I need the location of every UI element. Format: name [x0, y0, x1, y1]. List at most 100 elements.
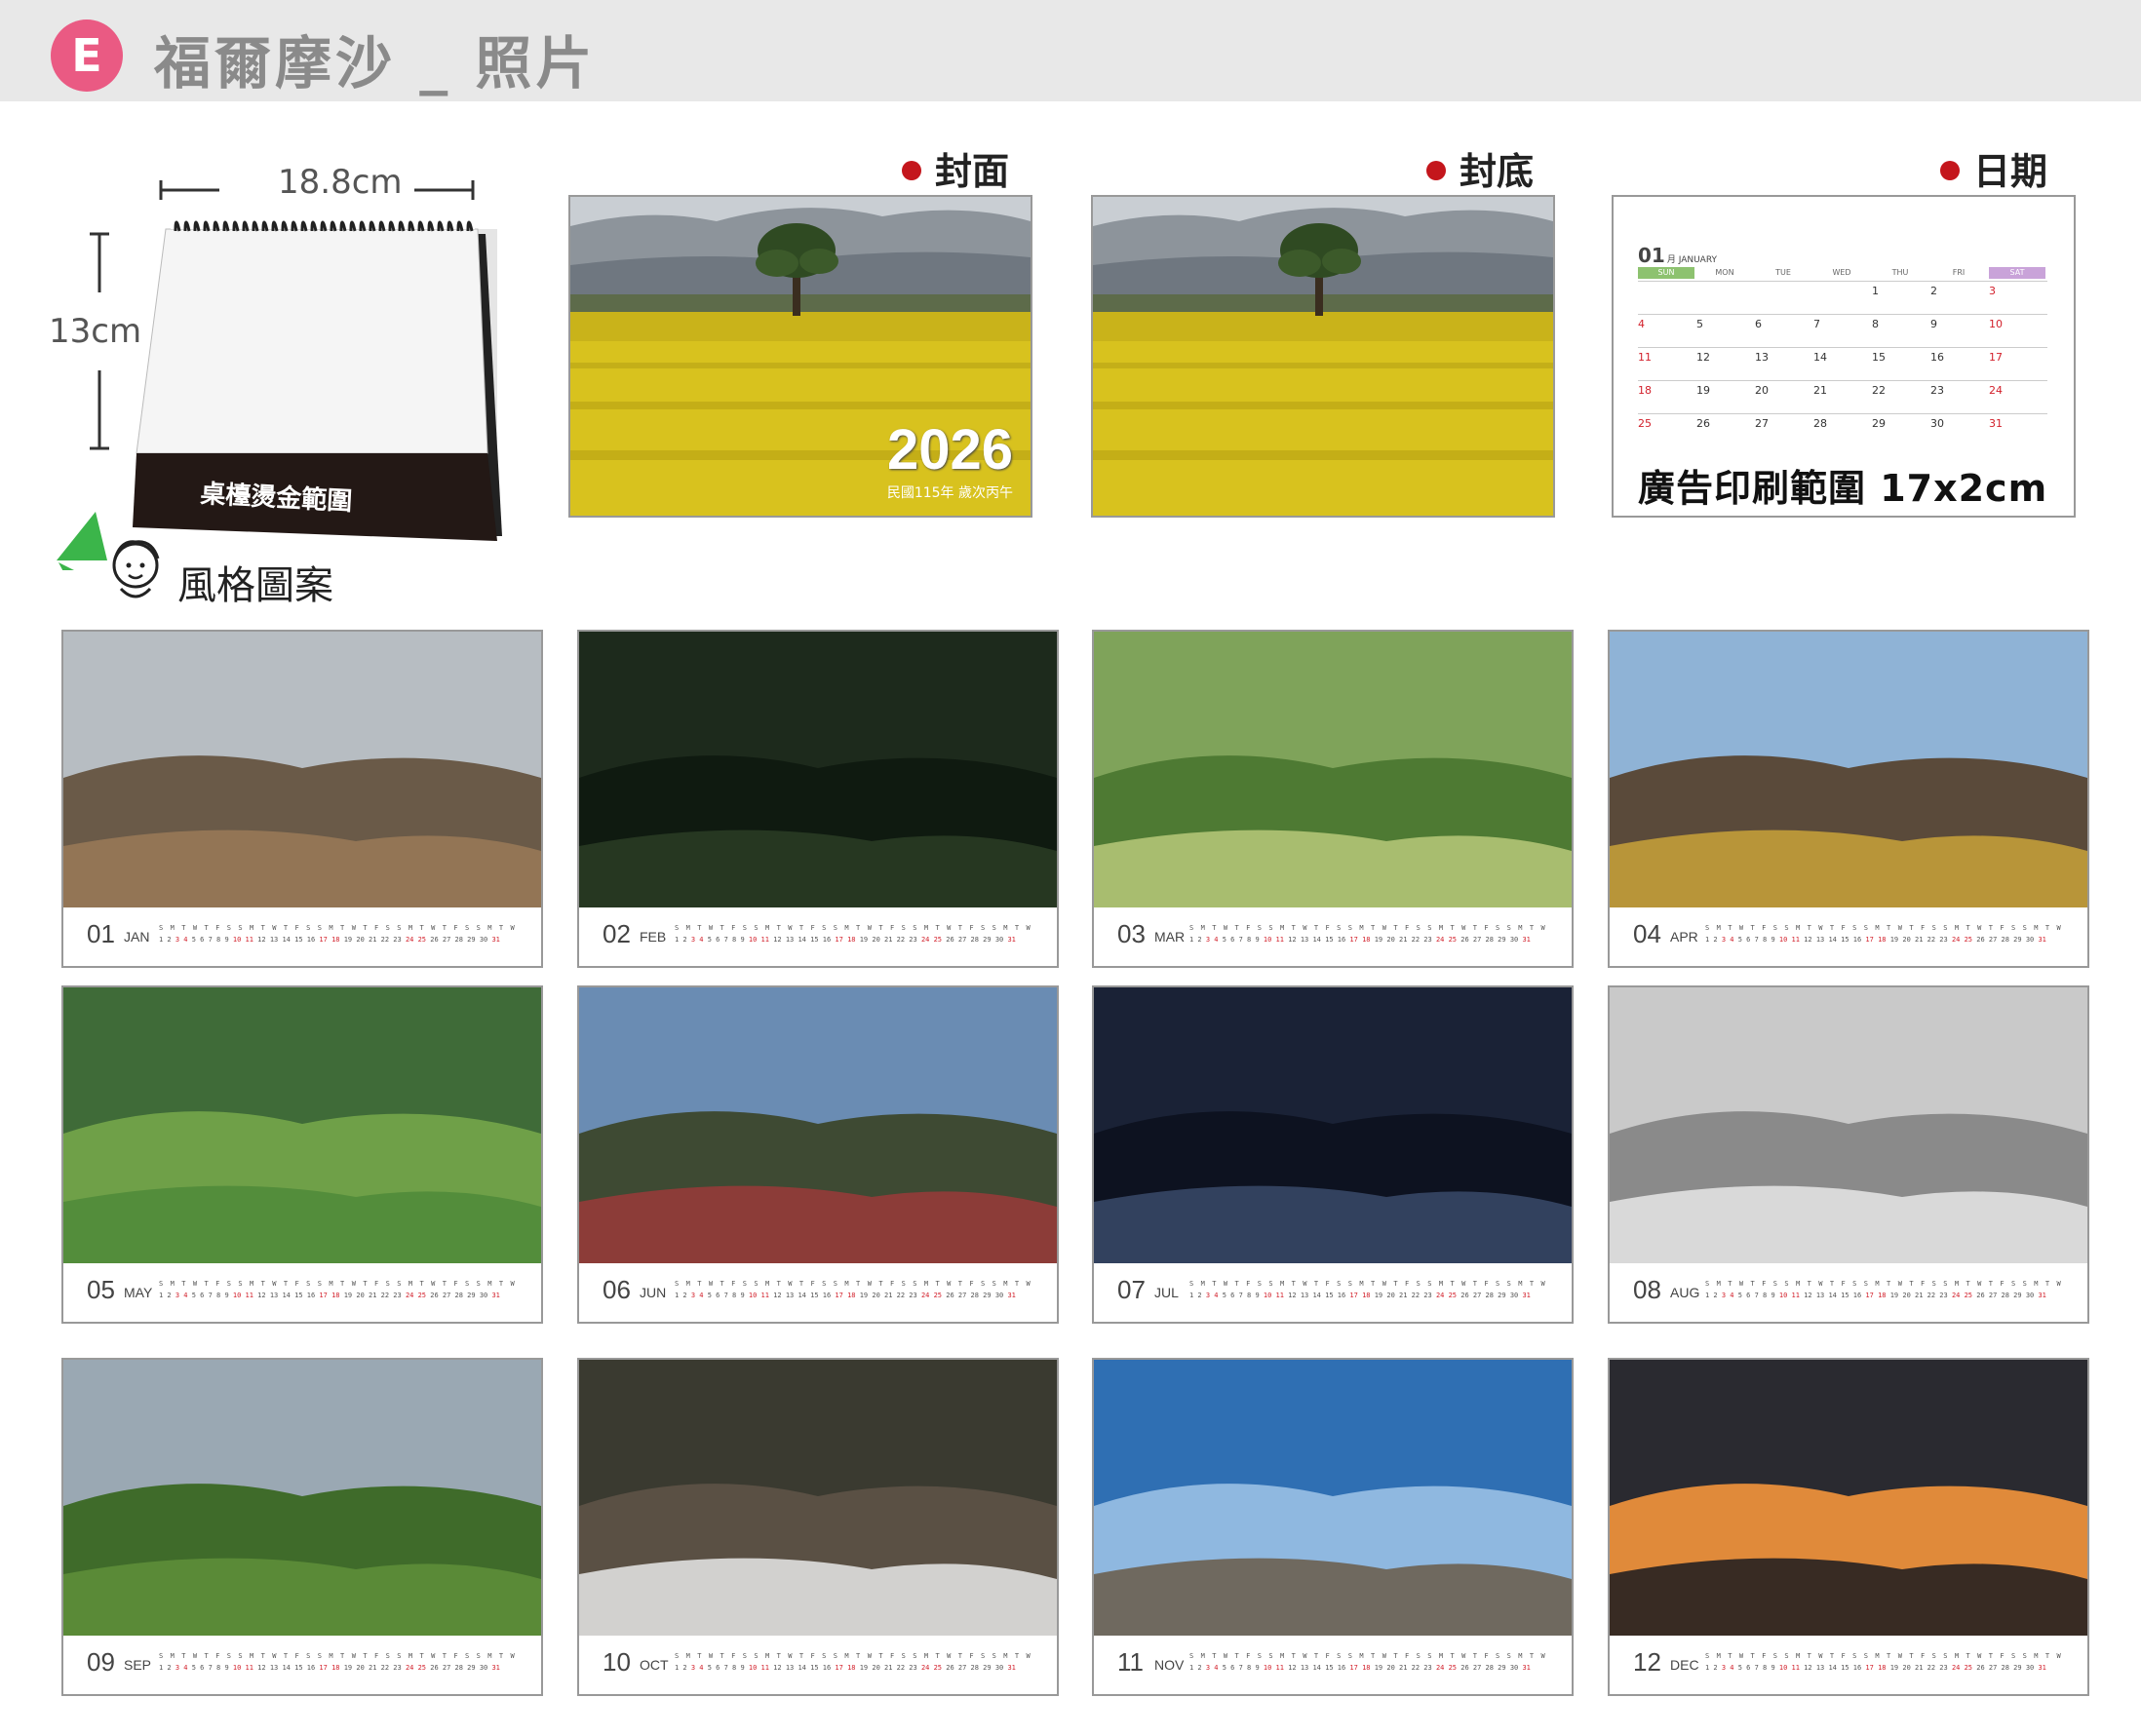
day-number-row: 1 2 3 4 5 6 7 8 9 10 11 12 13 14 15 16 1…	[1189, 936, 1531, 944]
weekday-header: SUN MON TUE WED THU FRI SAT	[1638, 267, 2047, 279]
date-cell: 23	[1930, 384, 1944, 397]
date-month: 01 月 JANUARY	[1638, 244, 1718, 267]
date-cell: 4	[1638, 318, 1645, 330]
red-dot-icon	[1426, 160, 1446, 180]
calendar-strip: 01 JAN S M T W T F S S M T W T F S S M T W…	[63, 907, 541, 966]
landscape-photo	[63, 987, 541, 1263]
date-cell: 3	[1989, 285, 1996, 297]
month-panel: 11 NOV S M T W T F S S M T W T F S S M T W…	[1092, 1358, 1574, 1696]
weekday-row: S M T W T F S S M T W T F S S M T W T F …	[1189, 1280, 1550, 1288]
month-panel: 06 JUN S M T W T F S S M T W T F S S M T W…	[577, 985, 1059, 1324]
day-number-row: 1 2 3 4 5 6 7 8 9 10 11 12 13 14 15 16 1…	[1705, 1292, 2046, 1299]
day-number-row: 1 2 3 4 5 6 7 8 9 10 11 12 13 14 15 16 1…	[675, 1292, 1016, 1299]
calendar-strip: 04 APR S M T W T F S S M T W T F S S M T W…	[1610, 907, 2087, 966]
day-number-row: 1 2 3 4 5 6 7 8 9 10 11 12 13 14 15 16 1…	[159, 1292, 500, 1299]
desk-calendar-mockup: 桌檯燙金範圍 18.8cm 13cm	[39, 161, 526, 599]
calendar-strip: 06 JUN S M T W T F S S M T W T F S S M T W…	[579, 1263, 1057, 1322]
landscape-photo	[1610, 632, 2087, 907]
date-cell: 14	[1813, 351, 1827, 364]
weekday-row: S M T W T F S S M T W T F S S M T W T F …	[675, 1652, 1035, 1660]
page-title: 福爾摩沙 _ 照片	[154, 30, 597, 96]
month-number: 06	[603, 1275, 631, 1304]
day-number-row: 1 2 3 4 5 6 7 8 9 10 11 12 13 14 15 16 1…	[159, 1664, 500, 1672]
landscape-photo	[1610, 987, 2087, 1263]
month-number: 08	[1633, 1275, 1661, 1304]
month-panel: 09 SEP S M T W T F S S M T W T F S S M T W…	[61, 1358, 543, 1696]
calendar-strip: 05 MAY S M T W T F S S M T W T F S S M T W…	[63, 1263, 541, 1322]
date-cell: 6	[1755, 318, 1762, 330]
date-cell: 29	[1872, 417, 1886, 430]
date-label: 日期	[1940, 141, 2047, 195]
month-abbr: MAY	[124, 1285, 153, 1300]
height-dimension: 13cm	[49, 312, 142, 351]
month-abbr: SEP	[124, 1657, 152, 1673]
date-cell: 30	[1930, 417, 1944, 430]
calendar-strip: 11 NOV S M T W T F S S M T W T F S S M T W…	[1094, 1636, 1572, 1694]
weekday-row: S M T W T F S S M T W T F S S M T W T F …	[1189, 924, 1550, 932]
date-cell: 20	[1755, 384, 1769, 397]
month-abbr: MAR	[1154, 929, 1186, 945]
month-abbr: OCT	[640, 1657, 669, 1673]
desk-calendar-illustration: 桌檯燙金範圍	[57, 180, 502, 599]
weekday-row: S M T W T F S S M T W T F S S M T W T F …	[159, 1280, 520, 1288]
month-panel: 07 JUL S M T W T F S S M T W T F S S M T W…	[1092, 985, 1574, 1324]
red-dot-icon	[1940, 160, 1960, 180]
back-label: 封底	[1426, 141, 1534, 195]
day-number-row: 1 2 3 4 5 6 7 8 9 10 11 12 13 14 15 16 1…	[1705, 936, 2046, 944]
month-number: 05	[87, 1275, 115, 1304]
date-cell: 16	[1930, 351, 1944, 364]
date-cell: 24	[1989, 384, 2003, 397]
landscape-photo	[579, 1360, 1057, 1636]
month-abbr: JUN	[640, 1285, 667, 1300]
landscape-photo	[579, 987, 1057, 1263]
day-number-row: 1 2 3 4 5 6 7 8 9 10 11 12 13 14 15 16 1…	[159, 936, 500, 944]
month-panel: 10 OCT S M T W T F S S M T W T F S S M T W…	[577, 1358, 1059, 1696]
date-cell: 12	[1696, 351, 1710, 364]
weekday-row: S M T W T F S S M T W T F S S M T W T F …	[1189, 1652, 1550, 1660]
date-cell: 28	[1813, 417, 1827, 430]
landscape-photo	[1094, 987, 1572, 1263]
ad-print-area: 廣告印刷範圍 17x2cm	[1638, 467, 2048, 510]
back-panel	[1091, 195, 1555, 518]
weekday-row: S M T W T F S S M T W T F S S M T W T F …	[675, 1280, 1035, 1288]
date-cell: 8	[1872, 318, 1879, 330]
calendar-strip: 02 FEB S M T W T F S S M T W T F S S M T W…	[579, 907, 1057, 966]
landscape-photo	[1094, 632, 1572, 907]
arrow-icon	[57, 512, 107, 599]
day-number-row: 1 2 3 4 5 6 7 8 9 10 11 12 13 14 15 16 1…	[1189, 1664, 1531, 1672]
date-cell: 13	[1755, 351, 1769, 364]
date-cell: 9	[1930, 318, 1937, 330]
weekday-row: S M T W T F S S M T W T F S S M T W T F …	[1705, 1280, 2066, 1288]
month-panel: 03 MAR S M T W T F S S M T W T F S S M T W…	[1092, 630, 1574, 968]
month-panel: 01 JAN S M T W T F S S M T W T F S S M T W…	[61, 630, 543, 968]
cover-year-sub: 民國115年 歲次丙午	[886, 485, 1013, 501]
landscape-photo	[63, 632, 541, 907]
calendar-strip: 03 MAR S M T W T F S S M T W T F S S M T W…	[1094, 907, 1572, 966]
calendar-strip: 08 AUG S M T W T F S S M T W T F S S M T W…	[1610, 1263, 2087, 1322]
girl-face-icon	[112, 540, 160, 598]
header-bar: E 福爾摩沙 _ 照片	[0, 0, 2141, 101]
month-panel: 02 FEB S M T W T F S S M T W T F S S M T W…	[577, 630, 1059, 968]
weekday-row: S M T W T F S S M T W T F S S M T W T F …	[675, 924, 1035, 932]
calendar-strip: 10 OCT S M T W T F S S M T W T F S S M T W…	[579, 1636, 1057, 1694]
landscape-photo	[1094, 1360, 1572, 1636]
date-cell: 11	[1638, 351, 1652, 364]
month-panel: 12 DEC S M T W T F S S M T W T F S S M T W…	[1608, 1358, 2089, 1696]
style-pattern-label: 風格圖案	[177, 563, 333, 608]
month-abbr: DEC	[1670, 1657, 1699, 1673]
date-cell: 1	[1872, 285, 1879, 297]
day-number-row: 1 2 3 4 5 6 7 8 9 10 11 12 13 14 15 16 1…	[675, 936, 1016, 944]
day-number-row: 1 2 3 4 5 6 7 8 9 10 11 12 13 14 15 16 1…	[1189, 1292, 1531, 1299]
date-cell: 15	[1872, 351, 1886, 364]
weekday-row: S M T W T F S S M T W T F S S M T W T F …	[159, 924, 520, 932]
date-cell: 22	[1872, 384, 1886, 397]
calendar-strip: 09 SEP S M T W T F S S M T W T F S S M T W…	[63, 1636, 541, 1694]
landscape-photo	[579, 632, 1057, 907]
month-panel: 05 MAY S M T W T F S S M T W T F S S M T W…	[61, 985, 543, 1324]
canola-field-photo	[1093, 197, 1553, 516]
calendar-strip: 12 DEC S M T W T F S S M T W T F S S M T W…	[1610, 1636, 2087, 1694]
date-cell: 31	[1989, 417, 2003, 430]
month-number: 12	[1633, 1647, 1661, 1677]
month-number: 03	[1117, 919, 1146, 948]
section-badge: E	[51, 19, 123, 92]
